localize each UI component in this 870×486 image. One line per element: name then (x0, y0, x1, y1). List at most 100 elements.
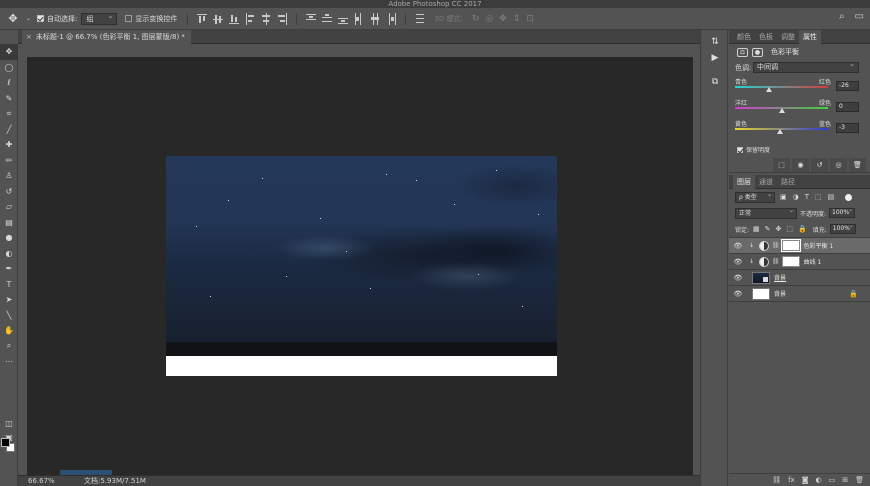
dodge-tool-icon[interactable]: ◐ (0, 246, 18, 262)
align-hcenter-icon[interactable] (261, 12, 271, 25)
zoom-level[interactable]: 66.67% (28, 476, 55, 486)
visibility-eye-icon[interactable]: 👁 (729, 290, 747, 298)
document-canvas[interactable] (166, 156, 557, 376)
new-group-icon[interactable]: ▭ (829, 476, 836, 484)
layer-mask-thumbnail[interactable] (781, 256, 800, 267)
slider-thumb[interactable] (778, 108, 785, 113)
clone-stamp-tool-icon[interactable]: ♙ (0, 168, 18, 184)
path-selection-tool-icon[interactable]: ➤ (0, 292, 18, 308)
align-bottom-icon[interactable] (229, 13, 240, 25)
history-panel-icon[interactable]: ⇅ (701, 34, 729, 50)
eyedropper-tool-icon[interactable]: ╱ (0, 122, 18, 138)
color-balance-icon[interactable]: ⚖ (737, 47, 748, 57)
type-tool-icon[interactable]: T (0, 277, 18, 293)
trash-icon[interactable]: 🗑 (849, 157, 866, 172)
tab-adjustments[interactable]: 调整 (777, 30, 799, 44)
distribute-left-icon[interactable] (354, 12, 364, 25)
layer-name[interactable]: 色彩平衡 1 (804, 241, 834, 250)
pen-tool-icon[interactable]: ✒ (0, 261, 18, 277)
tab-properties[interactable]: 属性 (799, 29, 821, 44)
new-layer-icon[interactable]: ⊞ (842, 476, 848, 484)
move-tool-icon[interactable]: ✥ (0, 44, 18, 60)
align-right-icon[interactable] (277, 12, 288, 25)
filter-smart-object-icon[interactable]: ▤ (828, 193, 835, 201)
layer-name[interactable]: 曲线 1 (804, 257, 822, 266)
layer-name[interactable]: 背景 (774, 289, 786, 298)
layer-thumbnail[interactable] (752, 271, 770, 284)
slider-value-field[interactable]: -26 (836, 81, 859, 91)
lock-artboard-icon[interactable]: ⬚ (786, 225, 793, 233)
new-adjustment-icon[interactable]: ◐ (816, 476, 822, 484)
layer-row[interactable]: 👁 ↓ ⛓ 曲线 1 (729, 254, 870, 270)
align-vcenter-icon[interactable] (213, 13, 224, 25)
layer-thumbnail[interactable] (752, 287, 770, 300)
visibility-icon[interactable]: ◎ (830, 157, 847, 172)
healing-brush-tool-icon[interactable]: ✚ (0, 137, 18, 153)
auto-align-icon[interactable] (415, 13, 425, 25)
filter-pixel-icon[interactable]: ▣ (780, 193, 787, 201)
lock-transparent-icon[interactable]: ▦ (753, 225, 760, 233)
add-mask-icon[interactable]: ◙ (802, 476, 809, 484)
history-brush-tool-icon[interactable]: ↺ (0, 184, 18, 200)
tab-color[interactable]: 颜色 (733, 30, 755, 44)
clip-to-layer-icon[interactable]: ⬚ (773, 157, 790, 172)
actions-play-icon[interactable]: ▶ (701, 50, 729, 66)
hand-tool-icon[interactable]: ✋ (0, 323, 18, 339)
zoom-tool-icon[interactable]: ⌕ (0, 339, 18, 355)
yellow-blue-slider[interactable]: 黄色 蓝色 -3 (735, 117, 870, 138)
slider-track[interactable] (735, 86, 828, 88)
blend-mode-dropdown[interactable]: 正常 (735, 206, 797, 219)
mask-icon[interactable]: ● (752, 47, 763, 57)
lock-all-icon[interactable]: 🔒 (798, 225, 807, 233)
layer-mask-thumbnail[interactable] (780, 239, 801, 252)
visibility-eye-icon[interactable]: 👁 (729, 274, 747, 282)
tab-channels[interactable]: 通道 (755, 175, 777, 189)
preserve-luminosity-checkbox[interactable] (737, 146, 743, 153)
layer-name[interactable]: 背景 (774, 273, 786, 282)
filter-adjustment-icon[interactable]: ◑ (793, 193, 799, 201)
tone-dropdown[interactable]: 中间调 (753, 60, 859, 73)
filter-type-icon[interactable]: T (805, 193, 809, 201)
move-tool-icon[interactable]: ✥ (0, 8, 26, 30)
eraser-tool-icon[interactable]: ▱ (0, 199, 18, 215)
slider-thumb[interactable] (766, 87, 773, 92)
opacity-field[interactable]: 100% (829, 206, 856, 218)
layer-filter-dropdown[interactable]: ρ 类型 (735, 190, 775, 203)
fill-field[interactable]: 100% (829, 222, 856, 234)
gradient-tool-icon[interactable]: ▤ (0, 215, 18, 231)
tab-paths[interactable]: 路径 (777, 175, 799, 189)
search-icon[interactable]: ⌕ (839, 11, 845, 22)
auto-select-checkbox[interactable] (37, 15, 45, 22)
quick-select-tool-icon[interactable]: ✎ (0, 91, 18, 107)
link-layers-icon[interactable]: ⛓ (772, 476, 781, 484)
magenta-green-slider[interactable]: 洋红 绿色 0 (735, 96, 870, 117)
align-top-icon[interactable] (197, 13, 208, 25)
document-size[interactable]: 文档:5.93M/7.51M (84, 476, 146, 486)
distribute-vcenter-icon[interactable] (322, 13, 333, 25)
more-tools-icon[interactable]: ⋯ (0, 354, 18, 370)
brush-tool-icon[interactable]: ✏ (0, 153, 18, 169)
filter-shape-icon[interactable]: ⬚ (815, 193, 822, 201)
foreground-color-swatch[interactable] (1, 438, 10, 447)
visibility-eye-icon[interactable]: 👁 (729, 242, 747, 250)
show-transform-checkbox[interactable] (125, 15, 133, 22)
delete-layer-icon[interactable]: 🗑 (855, 476, 864, 484)
link-chain-icon[interactable]: ⛓ (772, 258, 780, 265)
distribute-hcenter-icon[interactable] (370, 12, 380, 25)
slider-value-field[interactable]: -3 (836, 123, 859, 133)
distribute-top-icon[interactable] (306, 13, 317, 25)
slider-thumb[interactable] (777, 129, 784, 134)
layer-row[interactable]: 👁 背景 (729, 270, 870, 286)
layer-row[interactable]: 👁 ↓ ⛓ 色彩平衡 1 (729, 238, 870, 254)
distribute-right-icon[interactable] (386, 12, 397, 25)
tab-layers[interactable]: 图层 (733, 175, 755, 189)
view-previous-icon[interactable]: ◉ (792, 157, 809, 172)
document-tab[interactable]: × 未标题-1 @ 66.7% (色彩平衡 1, 图层蒙版/8) * (22, 30, 191, 44)
tool-preset-caret-icon[interactable]: ⌄ (26, 15, 31, 22)
crop-tool-icon[interactable]: ⌗ (0, 106, 18, 122)
marquee-tool-icon[interactable]: ◯ (0, 60, 18, 76)
layer-style-icon[interactable]: fx (788, 476, 795, 484)
lock-image-icon[interactable]: ✎ (765, 225, 771, 233)
line-tool-icon[interactable]: ╲ (0, 308, 18, 324)
blur-tool-icon[interactable]: ● (0, 230, 18, 246)
